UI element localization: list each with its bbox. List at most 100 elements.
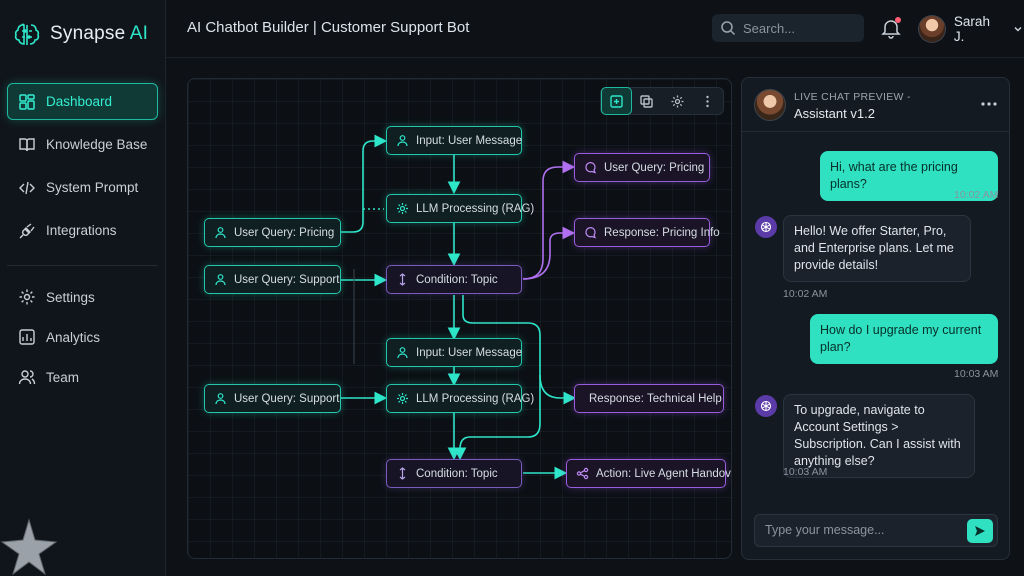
node-label: Response: Pricing Info	[604, 226, 720, 239]
sidebar-item-team[interactable]: Team	[7, 360, 158, 394]
duplicate-button[interactable]	[632, 87, 662, 115]
sidebar-item-system-prompt[interactable]: System Prompt	[7, 169, 158, 206]
user-icon	[215, 227, 226, 239]
brand-name-primary: Synapse	[50, 23, 126, 44]
user-menu[interactable]: Sarah J.	[918, 14, 1024, 44]
node-llm-processing-2[interactable]: LLM Processing (RAG)	[386, 384, 534, 413]
node-label: Response: Technical Help	[589, 392, 722, 405]
bot-avatar-icon	[755, 395, 777, 417]
sidebar-item-label: System Prompt	[46, 180, 139, 195]
star-icon	[0, 518, 58, 576]
message-time: 10:02 AM	[954, 189, 999, 201]
openai-icon	[760, 221, 772, 233]
node-user-query-support-2[interactable]: User Query: Support	[204, 384, 341, 413]
chevron-down-icon	[1014, 26, 1022, 32]
analytics-icon	[19, 329, 35, 345]
sidebar-item-settings[interactable]: Settings	[7, 280, 158, 314]
brand-name-accent: AI	[129, 23, 149, 44]
edge-condition-to-pricing-info	[522, 226, 576, 280]
node-action-live-agent-handover[interactable]: Action: Live Agent Handover	[566, 459, 731, 488]
flow-canvas[interactable]: Input: User Message LLM Processing (RAG)…	[187, 78, 732, 559]
notifications-button[interactable]	[880, 17, 902, 39]
sidebar-item-label: Settings	[46, 289, 95, 305]
sidebar: Synapse AI Dashboard Knowledge Base Syst…	[0, 0, 166, 576]
chat-message-bot: Hello! We offer Starter, Pro, and Enterp…	[783, 215, 971, 282]
sidebar-item-label: Analytics	[46, 329, 101, 345]
add-node-button[interactable]	[601, 87, 632, 115]
node-condition-topic[interactable]: Condition: Topic	[386, 265, 522, 294]
gear-icon	[397, 393, 408, 404]
sidebar-item-label: Knowledge Base	[46, 137, 148, 152]
edge-condition-to-out-pricing	[522, 160, 576, 280]
node-label: Input: User Message	[416, 134, 523, 147]
send-icon	[975, 526, 985, 536]
edge-pricing-to-input	[341, 134, 388, 233]
node-label: User Query: Pricing	[604, 161, 705, 174]
node-label: User Query: Pricing	[234, 226, 335, 239]
sidebar-item-dashboard[interactable]: Dashboard	[7, 83, 158, 120]
node-user-query-pricing[interactable]: User Query: Pricing	[204, 218, 341, 247]
plug-icon	[19, 222, 35, 238]
chat-subtitle: LIVE CHAT PREVIEW -	[794, 91, 911, 103]
node-label: Condition: Topic	[416, 467, 498, 480]
chat-composer	[754, 514, 998, 547]
node-input-user-message[interactable]: Input: User Message	[386, 126, 522, 155]
sidebar-item-integrations[interactable]: Integrations	[7, 212, 158, 249]
send-button[interactable]	[967, 519, 993, 543]
sidebar-item-label: Dashboard	[46, 94, 113, 109]
message-time: 10:03 AM	[954, 368, 999, 380]
brand-name: Synapse AI	[50, 23, 148, 45]
gear-icon	[671, 95, 684, 107]
node-output-user-query-pricing[interactable]: User Query: Pricing	[574, 153, 710, 182]
sidebar-item-analytics[interactable]: Analytics	[7, 320, 158, 354]
node-condition-topic-2[interactable]: Condition: Topic	[386, 459, 522, 488]
node-response-pricing-info[interactable]: Response: Pricing Info	[574, 218, 720, 247]
sidebar-item-knowledge-base[interactable]: Knowledge Base	[7, 126, 158, 163]
edge-condition-loop	[453, 295, 541, 461]
sidebar-item-label: Team	[46, 369, 80, 385]
avatar	[918, 15, 946, 43]
chat-title: Assistant v1.2	[794, 106, 875, 121]
canvas-settings-button[interactable]	[662, 87, 692, 115]
user-icon	[397, 347, 408, 359]
brain-icon	[14, 23, 40, 45]
message-time: 10:02 AM	[783, 288, 828, 300]
node-label: Action: Live Agent Handover	[596, 467, 732, 480]
node-label: LLM Processing (RAG)	[416, 202, 535, 215]
user-icon	[215, 393, 226, 405]
chat-bubble-icon	[585, 162, 597, 174]
node-label: User Query: Support	[234, 392, 340, 405]
edge-to-tech-help	[539, 374, 577, 405]
user-icon	[215, 274, 226, 286]
top-bar: AI Chatbot Builder | Customer Support Bo…	[166, 0, 1024, 58]
gear-icon	[397, 203, 408, 214]
canvas-more-button[interactable]	[693, 87, 723, 115]
sidebar-item-label: Integrations	[46, 223, 117, 238]
search-icon	[721, 21, 736, 36]
branch-icon	[399, 467, 406, 480]
message-time: 10:03 AM	[783, 466, 828, 478]
search-input[interactable]	[743, 20, 853, 36]
openai-icon	[760, 400, 772, 412]
node-response-technical-help[interactable]: Response: Technical Help	[574, 384, 724, 413]
nav-divider	[7, 265, 158, 266]
duplicate-icon	[640, 94, 653, 108]
book-icon	[19, 137, 35, 151]
chat-header: LIVE CHAT PREVIEW - Assistant v1.2	[742, 78, 1009, 132]
node-input-user-message-2[interactable]: Input: User Message	[386, 338, 522, 367]
add-node-icon	[610, 94, 623, 108]
brand[interactable]: Synapse AI	[12, 14, 148, 54]
sidebar-nav: Dashboard Knowledge Base System Prompt I…	[7, 83, 158, 400]
avatar	[754, 89, 786, 121]
node-label: LLM Processing (RAG)	[416, 392, 535, 405]
search-box[interactable]	[712, 14, 864, 42]
branch-icon	[399, 273, 406, 286]
node-user-query-support[interactable]: User Query: Support	[204, 265, 341, 294]
message-input[interactable]	[765, 523, 955, 537]
more-vertical-icon	[706, 95, 709, 107]
canvas-toolbar	[600, 87, 724, 115]
node-label: Condition: Topic	[416, 273, 498, 286]
team-icon	[18, 370, 36, 385]
more-horizontal-icon[interactable]	[979, 96, 999, 112]
node-llm-processing[interactable]: LLM Processing (RAG)	[386, 194, 534, 223]
